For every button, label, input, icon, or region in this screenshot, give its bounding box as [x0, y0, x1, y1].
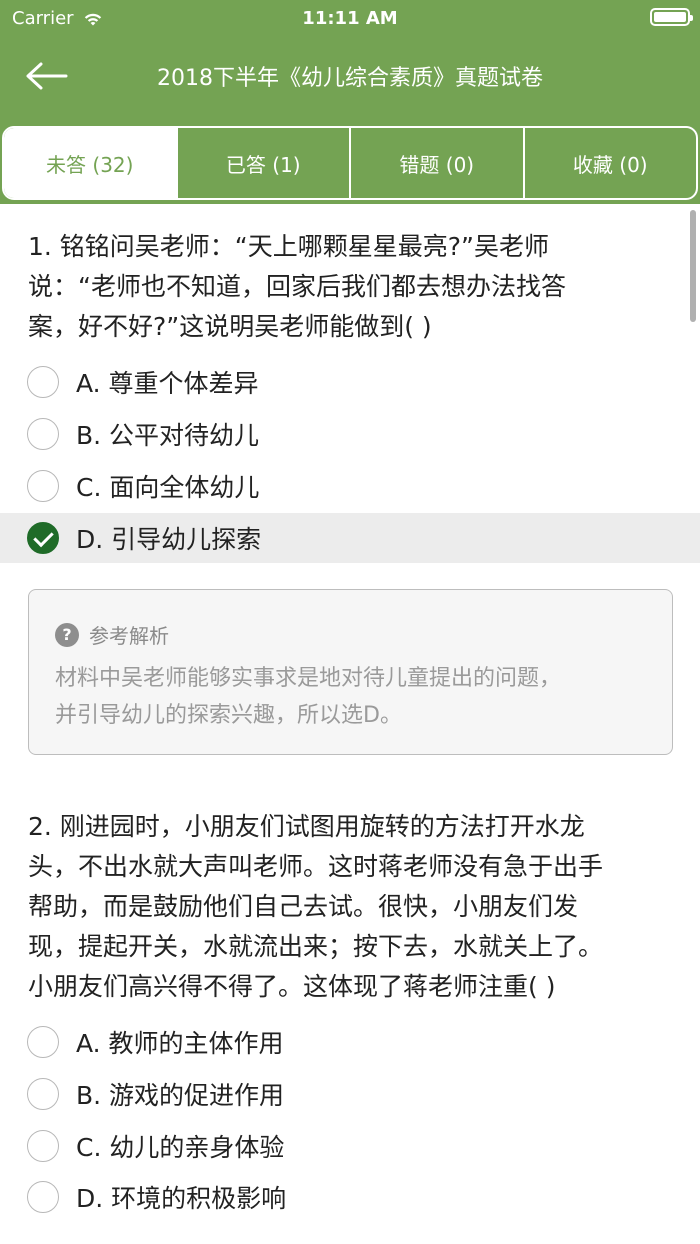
question-2-option-b[interactable]: B. 游戏的促进作用 — [0, 1069, 700, 1119]
question-2-line: 小朋友们高兴得不得了。这体现了蒋老师注重( ) — [28, 972, 556, 1001]
check-circle-icon[interactable] — [27, 522, 59, 554]
radio-icon[interactable] — [27, 470, 59, 502]
analysis-text: 材料中吴老师能够实事求是地对待儿童提出的问题， 并引导幼儿的探索兴趣，所以选D。 — [55, 660, 655, 734]
radio-icon[interactable] — [27, 1130, 59, 1162]
question-1-line: 案，好不好?”这说明吴老师能做到( ) — [28, 312, 432, 341]
question-1-option-a[interactable]: A. 尊重个体差异 — [0, 357, 700, 407]
question-2-line: 头，不出水就大声叫老师。这时蒋老师没有急于出手 — [28, 852, 604, 881]
option-label: A. 尊重个体差异 — [76, 369, 259, 398]
analysis-title: 参考解析 — [89, 624, 169, 648]
battery-icon — [650, 8, 693, 26]
question-2-option-d[interactable]: D. 环境的积极影响 — [0, 1172, 700, 1222]
radio-icon[interactable] — [27, 1026, 59, 1058]
analysis-header: ? 参考解析 — [55, 620, 169, 649]
status-time: 11:11 AM — [302, 8, 398, 29]
radio-icon[interactable] — [27, 366, 59, 398]
question-2-line: 2. 刚进园时，小朋友们试图用旋转的方法打开水龙 — [28, 812, 585, 841]
status-bar: Carrier 11:11 AM — [0, 0, 700, 36]
question-2-option-c[interactable]: C. 幼儿的亲身体验 — [0, 1121, 700, 1171]
analysis-line: 并引导幼儿的探索兴趣，所以选D。 — [55, 703, 402, 728]
nav-bar: 2018下半年《幼儿综合素质》真题试卷 — [0, 36, 700, 116]
option-label: D. 引导幼儿探索 — [76, 525, 262, 554]
tab-bar: 未答 (32) 已答 (1) 错题 (0) 收藏 (0) — [2, 126, 698, 200]
question-2-line: 帮助，而是鼓励他们自己去试。很快，小朋友们发 — [28, 892, 579, 921]
question-1-text: 1. 铭铭问吴老师：“天上哪颗星星最亮?”吴老师 说：“老师也不知道，回家后我们… — [28, 227, 668, 347]
option-label: C. 幼儿的亲身体验 — [76, 1133, 285, 1162]
question-1-option-c[interactable]: C. 面向全体幼儿 — [0, 461, 700, 511]
question-1-option-b[interactable]: B. 公平对待幼儿 — [0, 409, 700, 459]
radio-icon[interactable] — [27, 1181, 59, 1213]
question-1-option-d[interactable]: D. 引导幼儿探索 — [0, 513, 700, 563]
option-label: A. 教师的主体作用 — [76, 1029, 284, 1058]
question-mark-icon: ? — [55, 622, 79, 647]
tab-answered[interactable]: 已答 (1) — [175, 128, 350, 198]
question-1-line: 说：“老师也不知道，回家后我们都去想办法找答 — [28, 272, 566, 301]
analysis-line: 材料中吴老师能够实事求是地对待儿童提出的问题， — [55, 666, 562, 691]
tab-unanswered[interactable]: 未答 (32) — [4, 128, 176, 198]
question-2-line: 现，提起开关，水就流出来；按下去，水就关上了。 — [28, 932, 604, 961]
tab-favorites[interactable]: 收藏 (0) — [522, 128, 697, 198]
analysis-box: ? 参考解析 材料中吴老师能够实事求是地对待儿童提出的问题， 并引导幼儿的探索兴… — [28, 589, 673, 755]
question-1-line: 1. 铭铭问吴老师：“天上哪颗星星最亮?”吴老师 — [28, 232, 549, 261]
page-title: 2018下半年《幼儿综合素质》真题试卷 — [157, 66, 543, 91]
option-label: C. 面向全体幼儿 — [76, 473, 260, 502]
tab-wrong[interactable]: 错题 (0) — [349, 128, 523, 198]
option-label: D. 环境的积极影响 — [76, 1184, 287, 1213]
question-2-text: 2. 刚进园时，小朋友们试图用旋转的方法打开水龙 头，不出水就大声叫老师。这时蒋… — [28, 807, 668, 1007]
question-2-option-a[interactable]: A. 教师的主体作用 — [0, 1017, 700, 1067]
radio-icon[interactable] — [27, 418, 59, 450]
option-label: B. 游戏的促进作用 — [76, 1081, 285, 1110]
radio-icon[interactable] — [27, 1078, 59, 1110]
scrollbar[interactable] — [690, 210, 696, 322]
option-label: B. 公平对待幼儿 — [76, 421, 260, 450]
